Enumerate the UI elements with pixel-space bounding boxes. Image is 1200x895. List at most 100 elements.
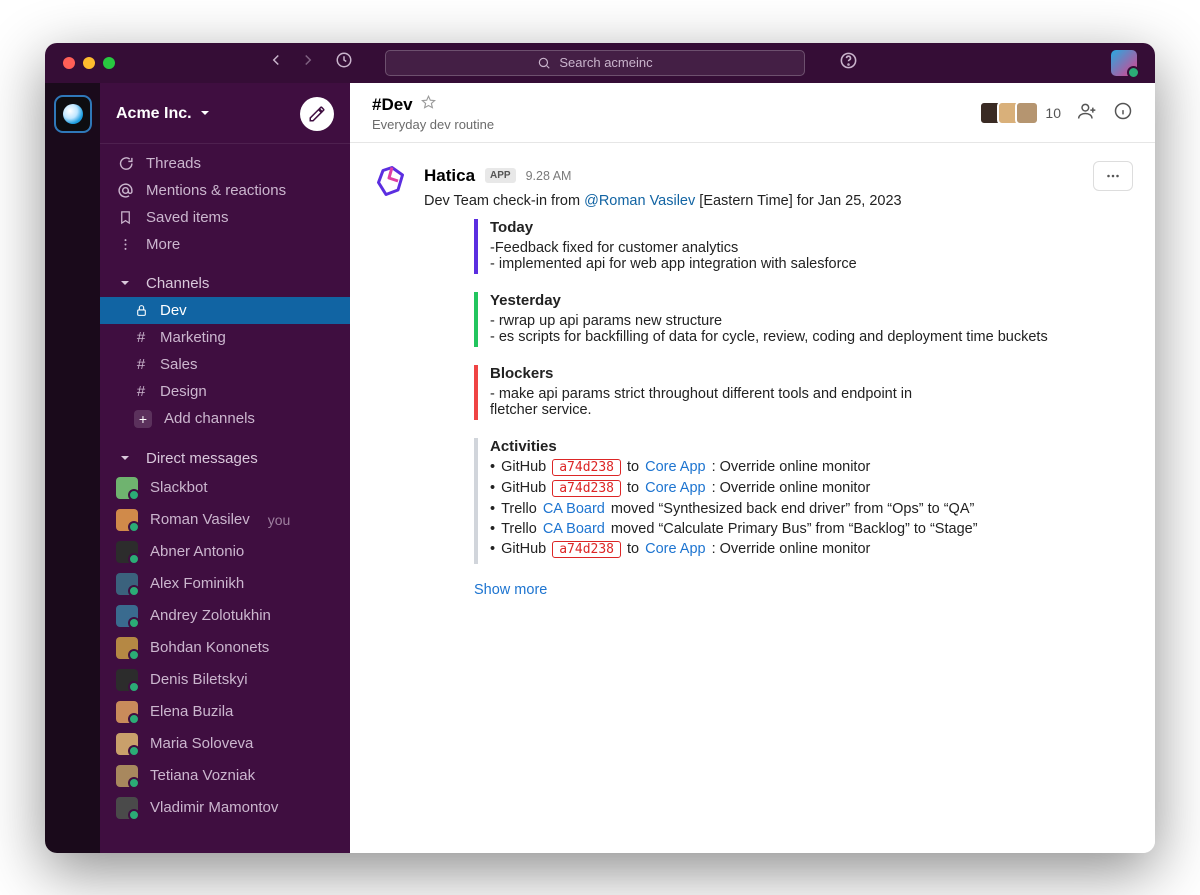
- channel-design[interactable]: # Design: [100, 378, 350, 405]
- dm-avatar: [116, 733, 138, 755]
- dm-item[interactable]: Denis Biletskyi: [100, 664, 350, 696]
- activity-target-link[interactable]: Core App: [645, 541, 705, 557]
- window-close-button[interactable]: [63, 57, 75, 69]
- mention-link[interactable]: @Roman Vasilev: [584, 193, 695, 209]
- dm-name: Denis Biletskyi: [150, 671, 248, 688]
- compose-button[interactable]: [300, 97, 334, 131]
- dm-item[interactable]: Elena Buzila: [100, 696, 350, 728]
- bullet: •: [490, 541, 495, 557]
- star-icon[interactable]: [421, 95, 436, 115]
- channel-info-button[interactable]: [1113, 101, 1133, 126]
- sidebar-item-mentions[interactable]: Mentions & reactions: [100, 177, 350, 204]
- channel-marketing[interactable]: # Marketing: [100, 324, 350, 351]
- block-yesterday: Yesterday - rwrap up api params new stru…: [474, 292, 1133, 347]
- message-time: 9.28 AM: [526, 169, 572, 183]
- dm-avatar: [116, 765, 138, 787]
- block-blockers: Blockers - make api params strict throug…: [474, 365, 1133, 420]
- sidebar-item-more[interactable]: More: [100, 231, 350, 258]
- history-button[interactable]: [335, 51, 353, 74]
- channel-dev[interactable]: Dev: [100, 297, 350, 324]
- member-avatars[interactable]: 10: [985, 101, 1061, 125]
- user-avatar[interactable]: [1111, 50, 1137, 76]
- bullet: •: [490, 459, 495, 475]
- sidebar-item-saved[interactable]: Saved items: [100, 204, 350, 231]
- message-actions-button[interactable]: [1093, 161, 1133, 191]
- bullet: •: [490, 501, 495, 517]
- commit-hash[interactable]: a74d238: [552, 541, 621, 558]
- channel-sales[interactable]: # Sales: [100, 351, 350, 378]
- window-maximize-button[interactable]: [103, 57, 115, 69]
- hash-icon: #: [134, 329, 148, 346]
- activity-row: •TrelloCA Board moved “Calculate Primary…: [490, 521, 1133, 537]
- dm-avatar: [116, 509, 138, 531]
- workspace-header[interactable]: Acme Inc.: [100, 83, 350, 144]
- compose-icon: [308, 105, 326, 123]
- commit-hash[interactable]: a74d238: [552, 459, 621, 476]
- channel-name[interactable]: #Dev: [372, 95, 413, 115]
- activity-row: •GitHuba74d238toCore App : Override onli…: [490, 480, 1133, 497]
- dm-name: Elena Buzila: [150, 703, 233, 720]
- commit-hash[interactable]: a74d238: [552, 480, 621, 497]
- show-more-button[interactable]: Show more: [474, 582, 1133, 598]
- dm-avatar: [116, 541, 138, 563]
- help-button[interactable]: [839, 51, 858, 75]
- board-link[interactable]: CA Board: [543, 501, 605, 517]
- dm-item[interactable]: Bohdan Kononets: [100, 632, 350, 664]
- app-avatar: [372, 161, 412, 201]
- channel-label: Dev: [160, 302, 187, 319]
- activity-service: GitHub: [501, 459, 546, 475]
- caret-down-icon: [116, 453, 134, 463]
- channels-header[interactable]: Channels: [100, 270, 350, 297]
- dm-item[interactable]: Andrey Zolotukhin: [100, 600, 350, 632]
- sidebar-top-section: Threads Mentions & reactions Saved items…: [100, 144, 350, 264]
- dm-avatar: [116, 573, 138, 595]
- activity-target-link[interactable]: Core App: [645, 459, 705, 475]
- dms-header[interactable]: Direct messages: [100, 445, 350, 472]
- message-sender[interactable]: Hatica: [424, 166, 475, 186]
- nav-back-button[interactable]: [267, 51, 285, 74]
- search-input[interactable]: Search acmeinc: [385, 50, 805, 76]
- workspace-switcher[interactable]: [54, 95, 92, 133]
- add-member-button[interactable]: [1077, 101, 1097, 126]
- activity-target-link[interactable]: Core App: [645, 480, 705, 496]
- sidebar-item-label: Saved items: [146, 209, 229, 226]
- block-line: - implemented api for web app integratio…: [490, 256, 1133, 272]
- titlebar: Search acmeinc: [45, 43, 1155, 83]
- add-channels-button[interactable]: + Add channels: [100, 405, 350, 433]
- window-minimize-button[interactable]: [83, 57, 95, 69]
- dm-avatar: [116, 637, 138, 659]
- sidebar-item-threads[interactable]: Threads: [100, 150, 350, 177]
- block-today: Today -Feedback fixed for customer analy…: [474, 219, 1133, 274]
- block-line: - make api params strict throughout diff…: [490, 386, 1133, 402]
- dm-avatar: [116, 605, 138, 627]
- sidebar-item-label: Mentions & reactions: [146, 182, 286, 199]
- message-blocks: Today -Feedback fixed for customer analy…: [424, 219, 1133, 564]
- section-label: Channels: [146, 275, 209, 292]
- lock-icon: [134, 304, 148, 317]
- board-link[interactable]: CA Board: [543, 521, 605, 537]
- block-line: - es scripts for backfilling of data for…: [490, 329, 1133, 345]
- nav-forward-button[interactable]: [299, 51, 317, 74]
- activity-service: GitHub: [501, 541, 546, 557]
- dm-item[interactable]: Roman Vasilevyou: [100, 504, 350, 536]
- bullet: •: [490, 521, 495, 537]
- sidebar-channels-section: Channels Dev # Marketing # Sales # Desig…: [100, 264, 350, 439]
- dm-item[interactable]: Alex Fominikh: [100, 568, 350, 600]
- dm-item[interactable]: Maria Soloveva: [100, 728, 350, 760]
- hash-icon: #: [134, 356, 148, 373]
- dm-name: Vladimir Mamontov: [150, 799, 278, 816]
- dm-item[interactable]: Tetiana Vozniak: [100, 760, 350, 792]
- dm-item[interactable]: Vladimir Mamontov: [100, 792, 350, 824]
- caret-down-icon: [116, 278, 134, 288]
- sidebar-item-label: More: [146, 236, 180, 253]
- channel-description: Everyday dev routine: [372, 117, 494, 132]
- channel-label: Sales: [160, 356, 198, 373]
- member-avatar: [1015, 101, 1039, 125]
- dm-item[interactable]: Slackbot: [100, 472, 350, 504]
- channel-label: Design: [160, 383, 207, 400]
- block-line: - rwrap up api params new structure: [490, 313, 1133, 329]
- add-channels-label: Add channels: [164, 410, 255, 427]
- dm-name: Slackbot: [150, 479, 208, 496]
- dm-item[interactable]: Abner Antonio: [100, 536, 350, 568]
- workspace-icon: [63, 104, 83, 124]
